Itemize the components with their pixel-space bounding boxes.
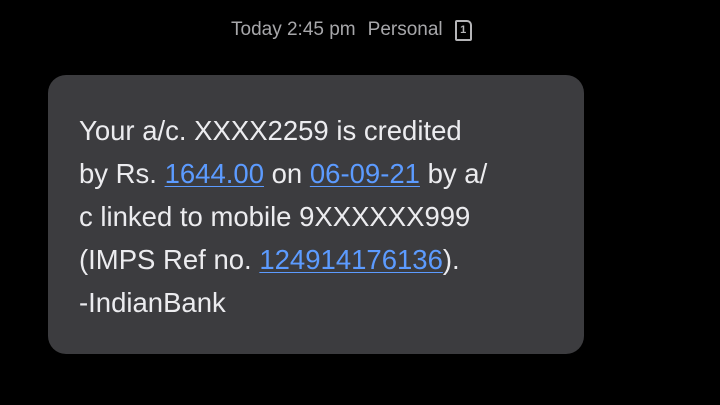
message-text-segment: (IMPS Ref no.	[79, 244, 260, 275]
reference-number-link[interactable]: 124914176136	[259, 244, 443, 275]
sim-label: Personal	[367, 19, 443, 40]
message-text-segment: on	[263, 158, 310, 189]
message-bubble[interactable]: Your a/c. XXXX2259 is credited by Rs. 16…	[48, 75, 584, 354]
message-text-segment: by a/	[419, 158, 488, 189]
sim-card-icon: 1	[454, 19, 472, 41]
date-link[interactable]: 06-09-21	[310, 158, 420, 189]
message-timestamp: Today 2:45 pm	[231, 19, 356, 40]
message-line-3: c linked to mobile 9XXXXXX999	[79, 201, 471, 232]
message-line-2: by Rs. 1644.00 on 06-09-21 by a/	[79, 152, 564, 195]
message-line-1: Your a/c. XXXX2259 is credited	[79, 115, 462, 146]
message-text-segment: ).	[442, 244, 460, 275]
message-text-segment: by Rs.	[79, 158, 165, 189]
amount-link[interactable]: 1644.00	[165, 158, 264, 189]
message-line-4: (IMPS Ref no. 124914176136).	[79, 238, 564, 281]
message-line-5: -IndianBank	[79, 287, 226, 318]
sim-number: 1	[460, 23, 467, 36]
message-meta: Today 2:45 pm Personal 1	[231, 17, 472, 43]
message-text: Your a/c. XXXX2259 is credited by Rs. 16…	[79, 109, 564, 324]
